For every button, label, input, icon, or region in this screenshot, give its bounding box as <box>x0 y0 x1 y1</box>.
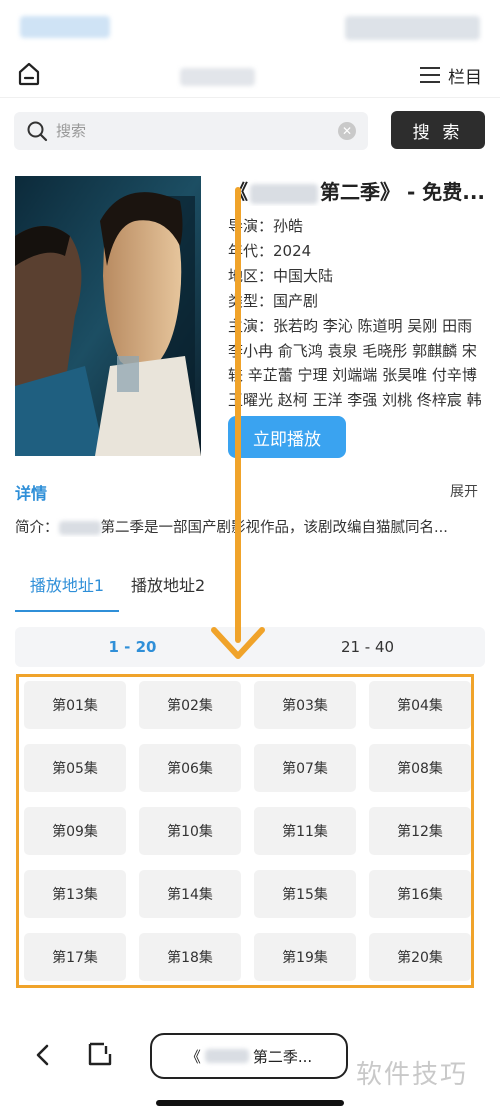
episode-button[interactable]: 第19集 <box>254 933 356 981</box>
episode-button[interactable]: 第05集 <box>24 744 126 792</box>
info-genre: 类型：国产剧 <box>228 292 319 310</box>
browser-bottom-bar: 《 第二季... 软件技巧 <box>0 1024 500 1113</box>
search-button[interactable]: 搜 索 <box>391 111 485 149</box>
watermark: 软件技巧 <box>356 1060 469 1090</box>
episode-button[interactable]: 第14集 <box>139 870 241 918</box>
home-indicator <box>156 1100 344 1106</box>
episode-button[interactable]: 第02集 <box>139 681 241 729</box>
range-1-20[interactable]: 1 - 20 <box>15 627 250 667</box>
back-icon[interactable] <box>32 1042 52 1068</box>
site-title-blurred <box>180 68 255 86</box>
play-now-button[interactable]: 立即播放 <box>228 416 346 458</box>
search-box: ✕ <box>14 112 368 150</box>
menu-button[interactable]: 栏目 <box>420 61 482 89</box>
menu-label: 栏目 <box>448 67 482 88</box>
title-prefix: 《 <box>228 180 248 204</box>
episode-button[interactable]: 第11集 <box>254 807 356 855</box>
episode-button[interactable]: 第12集 <box>369 807 471 855</box>
expand-link[interactable]: 展开 <box>450 481 478 501</box>
synopsis: 简介： 第二季是一部国产剧影视作品，该剧改编自猫腻同名... <box>15 516 485 537</box>
episode-grid: 第01集 第02集 第03集 第04集第05集 第06集 第07集 第08集第09集 第10集… <box>16 674 474 988</box>
title-suffix: 第二季》 - 免费... <box>320 180 486 204</box>
episode-button[interactable]: 第16集 <box>369 870 471 918</box>
episode-button[interactable]: 第10集 <box>139 807 241 855</box>
episode-button[interactable]: 第08集 <box>369 744 471 792</box>
synopsis-prefix: 简介： <box>15 520 59 536</box>
hamburger-icon <box>420 67 440 83</box>
poster-image[interactable] <box>15 176 201 456</box>
tabs-icon[interactable] <box>86 1040 114 1068</box>
episode-button[interactable]: 第20集 <box>369 933 471 981</box>
episode-button[interactable]: 第15集 <box>254 870 356 918</box>
info-director: 导演：孙皓 <box>228 217 304 235</box>
address-blurred <box>204 1049 249 1063</box>
video-title: 《 第二季》 - 免费... <box>228 176 490 206</box>
home-icon[interactable] <box>16 61 42 87</box>
source-tabs: 播放地址1 播放地址2 <box>15 572 485 612</box>
address-text: 第二季... <box>252 1047 313 1066</box>
tab-source-2[interactable]: 播放地址2 <box>131 572 241 612</box>
status-left-blurred <box>20 16 110 38</box>
episode-button[interactable]: 第18集 <box>139 933 241 981</box>
top-header: 栏目 <box>0 52 500 98</box>
status-right-blurred <box>345 16 480 40</box>
info-year: 年代：2024 <box>228 242 312 260</box>
info-cast: 主演：张若昀 李沁 陈道明 吴刚 田雨 李小冉 俞飞鸿 袁泉 毛晓彤 郭麒麟 宋… <box>228 317 482 409</box>
info-region: 地区：中国大陆 <box>228 267 334 285</box>
episode-button[interactable]: 第17集 <box>24 933 126 981</box>
search-input[interactable] <box>56 112 306 150</box>
search-icon <box>27 121 48 142</box>
range-21-40[interactable]: 21 - 40 <box>250 627 485 667</box>
episode-button[interactable]: 第01集 <box>24 681 126 729</box>
title-blurred <box>250 183 318 204</box>
episode-button[interactable]: 第13集 <box>24 870 126 918</box>
clear-icon[interactable]: ✕ <box>338 122 356 140</box>
episode-button[interactable]: 第06集 <box>139 744 241 792</box>
tab-source-1[interactable]: 播放地址1 <box>15 572 119 612</box>
address-prefix: 《 <box>185 1047 201 1066</box>
episode-button[interactable]: 第07集 <box>254 744 356 792</box>
details-heading: 详情 <box>15 484 48 503</box>
episode-range-bar: 1 - 20 21 - 40 <box>15 627 485 667</box>
status-bar <box>0 0 500 52</box>
episode-button[interactable]: 第03集 <box>254 681 356 729</box>
synopsis-text: 第二季是一部国产剧影视作品，该剧改编自猫腻同名... <box>100 520 448 536</box>
episode-button[interactable]: 第09集 <box>24 807 126 855</box>
address-bar[interactable]: 《 第二季... <box>150 1033 348 1079</box>
synopsis-blurred <box>58 521 101 535</box>
episode-button[interactable]: 第04集 <box>369 681 471 729</box>
